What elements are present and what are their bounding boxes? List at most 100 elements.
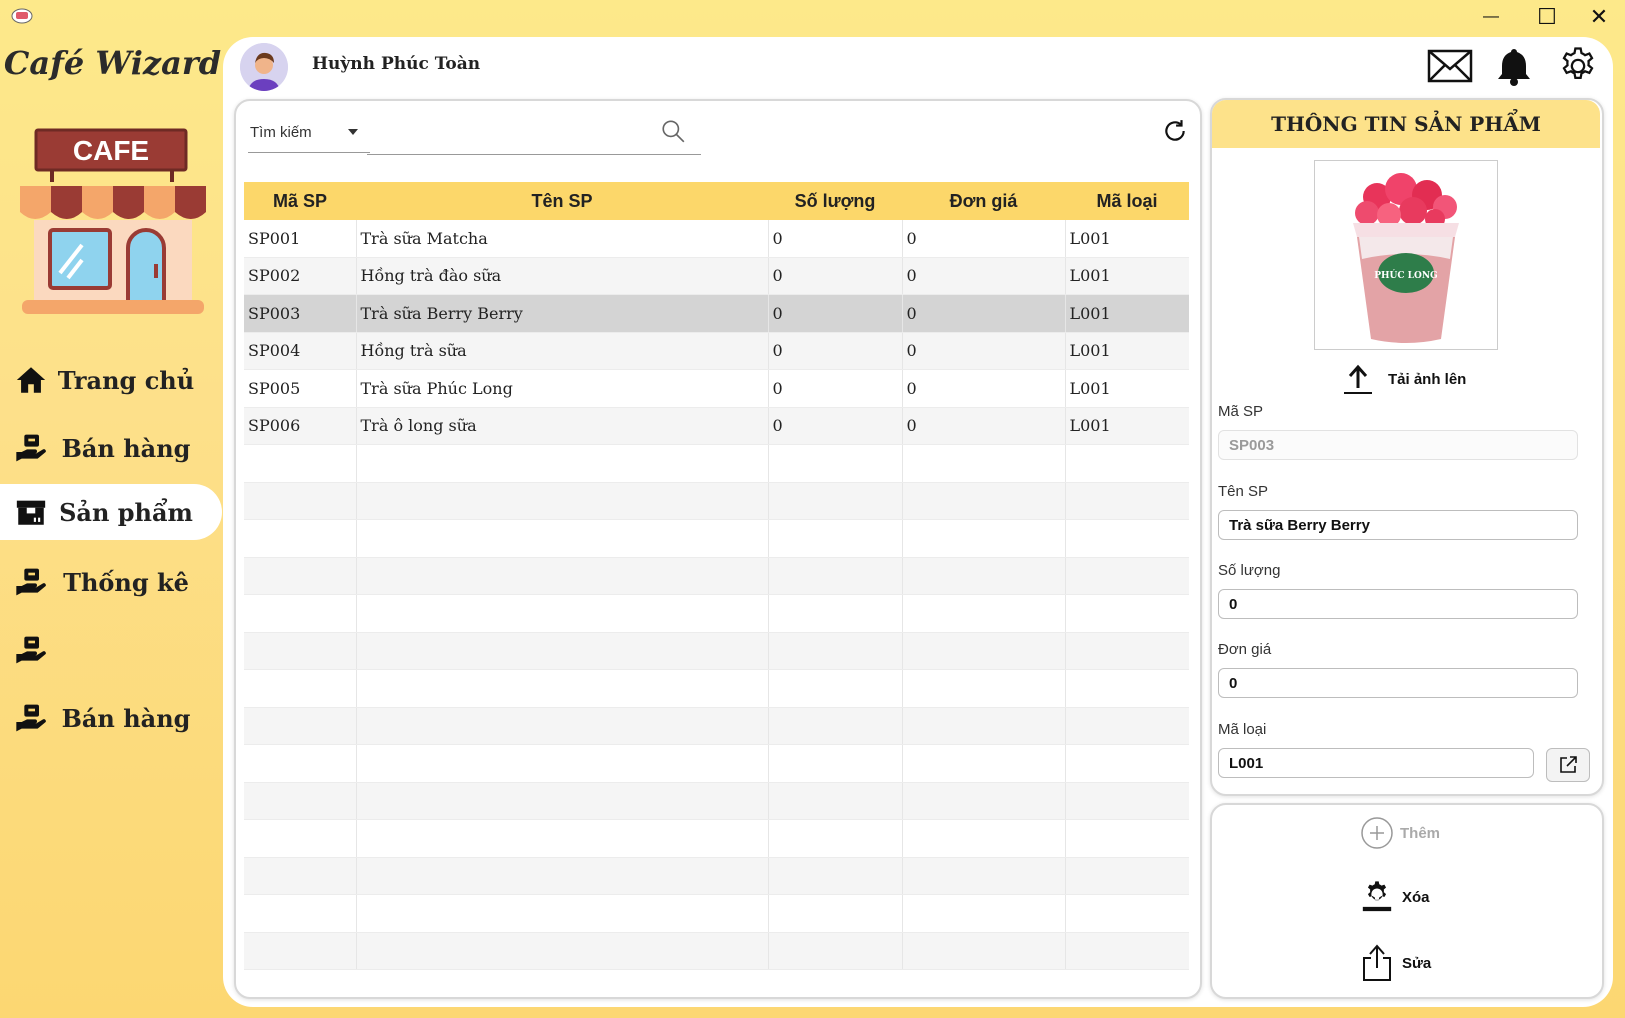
table-cell: 0 [901,407,1065,445]
so-luong-field[interactable] [1218,589,1578,619]
table-cell [355,782,768,820]
table-cell: 0 [901,369,1065,408]
table-cell [355,482,768,520]
table-cell [767,707,902,745]
table-cell [901,669,1065,708]
chevron-down-icon [348,129,358,135]
table-row[interactable] [244,594,1189,633]
table-cell [767,669,902,708]
table-cell: L001 [1064,332,1189,370]
column-header-ma-loai[interactable]: Mã loại [1065,182,1189,220]
table-row[interactable] [244,782,1189,820]
table-row[interactable]: SP004 Hồng trà sữa 0 0 L001 [244,332,1189,370]
table-cell [244,894,356,933]
table-header-row: Mã SP Tên SP Số lượng Đơn giá Mã loại [244,182,1189,220]
close-button[interactable]: ✕ [1576,2,1622,32]
table-cell [244,744,356,783]
nav-item-ban-hang[interactable]: Bán hàng [0,420,222,476]
app-logo-icon [11,8,33,24]
column-header-ma-sp[interactable]: Mã SP [244,182,356,220]
maximize-button[interactable]: ☐ [1524,2,1570,32]
table-cell [355,857,768,895]
table-cell: 0 [901,220,1065,258]
search-icon[interactable] [660,118,686,144]
table-cell: Hồng trà sữa [355,332,768,370]
table-cell [355,632,768,670]
don-gia-field[interactable] [1218,668,1578,698]
table-row[interactable] [244,632,1189,670]
don-gia-label: Đơn giá [1218,641,1272,658]
edit-button[interactable]: Sửa [1360,944,1431,982]
table-cell [355,744,768,783]
table-row[interactable] [244,932,1189,970]
nav-item-san-pham[interactable]: Sản phẩm [0,484,222,540]
nav-label: Bán hàng [61,703,191,733]
table-row[interactable] [244,894,1189,933]
table-cell [244,669,356,708]
table-row[interactable] [244,669,1189,708]
table-cell [355,819,768,858]
refresh-icon[interactable] [1162,118,1188,144]
table-row[interactable]: SP003 Trà sữa Berry Berry 0 0 L001 [244,294,1189,333]
table-row[interactable] [244,444,1189,483]
bell-icon[interactable] [1490,44,1538,88]
table-cell [901,557,1065,595]
delete-button[interactable]: Xóa [1360,880,1430,914]
plus-circle-icon [1361,817,1393,849]
table-cell [355,894,768,933]
table-row[interactable] [244,482,1189,520]
table-cell: Hồng trà đào sữa [355,257,768,295]
table-cell: 0 [767,332,902,370]
hand-box-icon [14,565,48,599]
table-cell [767,482,902,520]
search-input[interactable] [367,112,701,155]
table-cell [767,444,902,483]
upload-image-button[interactable]: Tải ảnh lên [1340,362,1466,396]
minimize-button[interactable]: — [1468,2,1514,32]
table-cell: SP006 [244,407,356,445]
table-cell [244,444,356,483]
column-header-so-luong[interactable]: Số lượng [768,182,902,220]
share-upload-icon [1363,944,1391,981]
table-row[interactable] [244,707,1189,745]
table-row[interactable]: SP005 Trà sữa Phúc Long 0 0 L001 [244,369,1189,408]
edit-label: Sửa [1402,954,1432,972]
open-category-button[interactable] [1546,748,1590,782]
table-cell [767,932,902,970]
table-cell [244,782,356,820]
column-header-don-gia[interactable]: Đơn giá [902,182,1065,220]
ma-loai-field[interactable] [1218,748,1534,778]
table-cell [901,482,1065,520]
table-row[interactable]: SP002 Hồng trà đào sữa 0 0 L001 [244,257,1189,295]
table-cell [1064,707,1189,745]
table-row[interactable]: SP006 Trà ô long sữa 0 0 L001 [244,407,1189,445]
delete-label: Xóa [1402,888,1430,906]
ten-sp-field[interactable] [1218,510,1578,540]
mail-icon[interactable] [1426,44,1474,88]
table-cell [355,594,768,633]
table-cell [767,557,902,595]
table-cell [1064,857,1189,895]
table-cell: Trà ô long sữa [355,407,768,445]
table-row[interactable]: SP001 Trà sữa Matcha 0 0 L001 [244,220,1189,258]
table-row[interactable] [244,557,1189,595]
table-row[interactable] [244,857,1189,895]
search-field-combo[interactable]: Tìm kiếm [248,112,370,153]
table-cell: L001 [1064,257,1189,295]
nav-item-unlabeled[interactable] [0,622,222,678]
table-cell: L001 [1064,220,1189,258]
add-button[interactable]: Thêm [1360,816,1440,850]
detail-title: THÔNG TIN SẢN PHẨM [1212,100,1600,148]
avatar[interactable] [240,43,288,91]
nav-item-thong-ke[interactable]: Thống kê [0,554,222,610]
nav-item-trang-chu[interactable]: Trang chủ [0,352,222,408]
table-row[interactable] [244,519,1189,558]
table-cell [767,594,902,633]
gear-icon[interactable] [1554,44,1602,88]
table-row[interactable] [244,819,1189,858]
product-image: PHÚC LONG [1314,160,1498,350]
nav-item-ban-hang-2[interactable]: Bán hàng [0,690,222,746]
table-cell: 0 [767,369,902,408]
column-header-ten-sp[interactable]: Tên SP [356,182,768,220]
table-row[interactable] [244,744,1189,783]
